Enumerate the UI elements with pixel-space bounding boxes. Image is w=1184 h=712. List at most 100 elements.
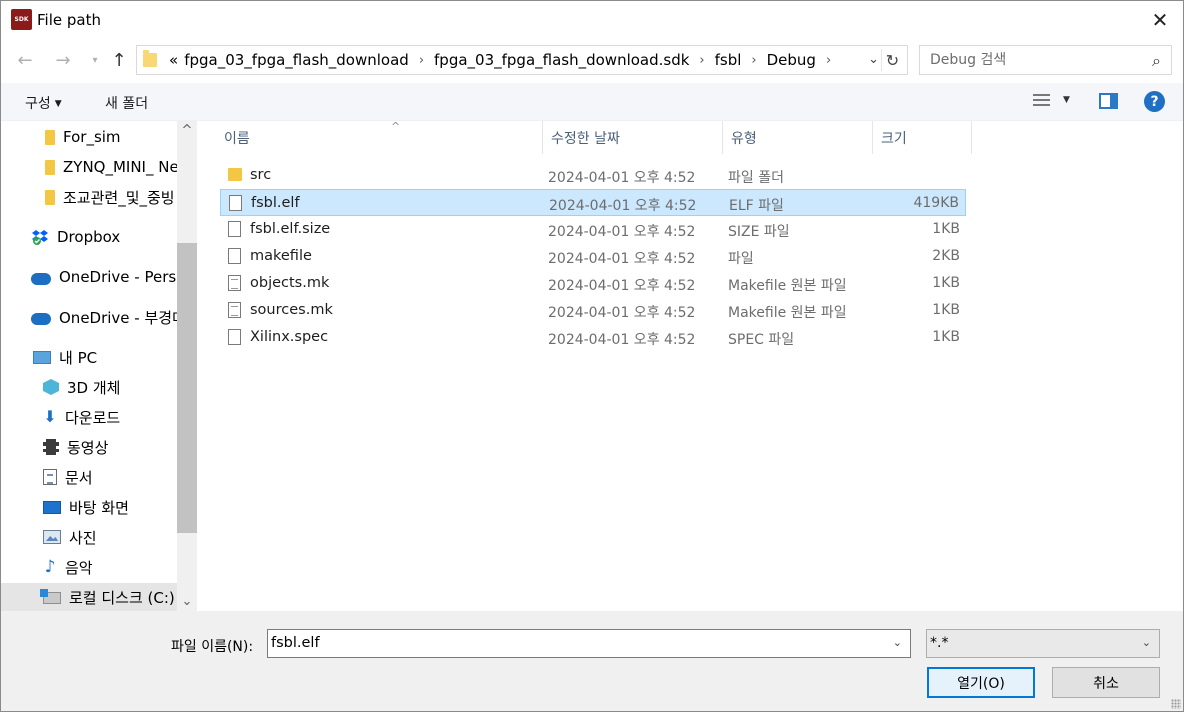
makefile-icon: [228, 302, 241, 318]
command-bar: 구성 ▼ 새 폴더 ▼ ?: [1, 83, 1183, 121]
file-row-objects-mk[interactable]: objects.mk 2024-04-01 오후 4:52 Makefile 원…: [220, 270, 966, 297]
sidebar-item-this-pc[interactable]: 내 PC: [33, 343, 97, 371]
breadcrumb-debug[interactable]: Debug: [763, 51, 820, 69]
folder-icon: [45, 189, 55, 205]
chevron-right-icon[interactable]: ›: [745, 53, 762, 68]
file-date: 2024-04-01 오후 4:52: [548, 170, 696, 186]
arrow-right-icon: →: [55, 49, 71, 71]
scrollbar-thumb[interactable]: [177, 243, 197, 533]
column-header-date[interactable]: 수정한 날짜: [543, 121, 723, 154]
download-icon: ⬇: [43, 407, 57, 426]
file-type-filter[interactable]: *.* ⌄: [926, 629, 1160, 658]
file-icon: [228, 221, 241, 237]
filename-combobox[interactable]: ⌄: [267, 629, 911, 658]
column-label: 유형: [731, 130, 757, 147]
sidebar-item-label: 동영상: [67, 438, 109, 457]
search-icon: ⌕: [1152, 51, 1161, 70]
file-row-src[interactable]: src 2024-04-01 오후 4:52 파일 폴더: [220, 162, 966, 189]
sidebar-item-3d-objects[interactable]: 3D 개체: [43, 373, 120, 401]
file-row-xilinx-spec[interactable]: Xilinx.spec 2024-04-01 오후 4:52 SPEC 파일 1…: [220, 324, 966, 351]
sidebar-item-onedrive-personal[interactable]: OneDrive - Persor: [31, 263, 192, 291]
column-label: 크기: [881, 130, 907, 147]
resize-grip[interactable]: [1171, 699, 1181, 709]
file-date: 2024-04-01 오후 4:52: [548, 332, 696, 348]
folder-icon: [45, 159, 55, 175]
filename-input[interactable]: [268, 630, 868, 651]
sidebar-item-local-disk-c[interactable]: 로컬 디스크 (C:): [1, 583, 177, 611]
file-row-fsbl-elf[interactable]: fsbl.elf 2024-04-01 오후 4:52 ELF 파일 419KB: [220, 189, 966, 216]
sidebar-item-label: 다운로드: [65, 408, 121, 427]
up-button[interactable]: ↑: [109, 50, 129, 71]
address-dropdown-icon[interactable]: ⌄: [868, 52, 879, 67]
breadcrumb-overflow[interactable]: «: [165, 51, 180, 69]
search-input[interactable]: [920, 52, 1130, 68]
sidebar-item-zynq-mini[interactable]: ZYNQ_MINI_ Ne: [45, 153, 179, 181]
music-icon: ♪: [44, 557, 56, 577]
sidebar-item-downloads[interactable]: ⬇ 다운로드: [43, 403, 120, 431]
sort-ascending-icon: ^: [391, 120, 401, 133]
back-button[interactable]: ←: [15, 50, 35, 71]
file-list: 이름 ^ 수정한 날짜 유형 크기 src 2024-04-01 오후 4:52…: [198, 120, 1183, 611]
sidebar-item-pictures[interactable]: 사진: [43, 523, 97, 551]
file-size: 1KB: [932, 221, 960, 237]
scroll-up-icon[interactable]: ^: [177, 123, 197, 138]
sidebar-item-label: 3D 개체: [67, 378, 121, 397]
help-icon[interactable]: ?: [1144, 91, 1165, 112]
forward-button[interactable]: →: [53, 49, 73, 71]
document-icon: [43, 469, 57, 485]
new-folder-button[interactable]: 새 폴더: [105, 93, 148, 113]
sidebar-item-music[interactable]: ♪ 음악: [43, 553, 93, 581]
sidebar-item-desktop[interactable]: 바탕 화면: [43, 493, 129, 521]
file-type: SIZE 파일: [728, 224, 790, 240]
chevron-right-icon[interactable]: ›: [820, 53, 837, 68]
refresh-icon[interactable]: ↻: [881, 49, 903, 71]
chevron-right-icon[interactable]: ›: [693, 53, 710, 68]
column-header-type[interactable]: 유형: [723, 121, 873, 154]
file-type: ELF 파일: [729, 198, 784, 214]
file-row-sources-mk[interactable]: sources.mk 2024-04-01 오후 4:52 Makefile 원…: [220, 297, 966, 324]
search-box[interactable]: ⌕: [919, 45, 1172, 75]
close-button[interactable]: ✕: [1137, 1, 1183, 39]
cube-icon: [43, 379, 59, 395]
file-date: 2024-04-01 오후 4:52: [549, 198, 697, 214]
title-bar: SDK File path ✕: [1, 1, 1183, 39]
sidebar-item-label: 바탕 화면: [69, 498, 129, 517]
filter-value: *.*: [930, 635, 949, 651]
desktop-icon: [43, 500, 61, 514]
scroll-down-icon[interactable]: ⌄: [177, 594, 197, 609]
open-button[interactable]: 열기(O): [927, 667, 1035, 698]
view-options-icon[interactable]: [1033, 94, 1050, 109]
column-header-name[interactable]: 이름 ^: [216, 120, 543, 154]
chevron-down-icon[interactable]: ⌄: [893, 636, 902, 649]
sidebar-item-documents[interactable]: 문서: [43, 463, 93, 491]
breadcrumb-project[interactable]: fpga_03_fpga_flash_download: [180, 51, 413, 69]
column-header-size[interactable]: 크기: [873, 121, 972, 154]
file-type: Makefile 원본 파일: [728, 278, 847, 294]
address-bar[interactable]: « fpga_03_fpga_flash_download › fpga_03_…: [136, 45, 908, 75]
sidebar-item-onedrive-pknu[interactable]: OneDrive - 부경대: [31, 303, 186, 331]
breadcrumb-sdk[interactable]: fpga_03_fpga_flash_download.sdk: [430, 51, 693, 69]
cancel-button[interactable]: 취소: [1052, 667, 1160, 698]
file-name: src: [250, 167, 272, 183]
recent-locations-button[interactable]: ▾: [85, 50, 105, 70]
file-icon: [228, 329, 241, 345]
organize-button[interactable]: 구성 ▼: [25, 93, 62, 113]
sidebar-item-for-sim[interactable]: For_sim: [45, 123, 121, 151]
sidebar-scrollbar[interactable]: ^ ⌄: [177, 121, 197, 611]
navigation-pane: For_sim ZYNQ_MINI_ Ne 조교관련_및_중빙 Dropbox …: [1, 121, 197, 611]
file-row-makefile[interactable]: makefile 2024-04-01 오후 4:52 파일 2KB: [220, 243, 966, 270]
sidebar-item-videos[interactable]: 동영상: [43, 433, 108, 461]
file-size: 1KB: [932, 329, 960, 345]
sidebar-item-ta-docs[interactable]: 조교관련_및_중빙: [45, 183, 175, 211]
sidebar-item-dropbox[interactable]: Dropbox: [31, 223, 120, 251]
breadcrumb-fsbl[interactable]: fsbl: [711, 51, 746, 69]
organize-label: 구성: [25, 96, 51, 112]
chevron-down-icon: ▾: [92, 54, 98, 66]
file-row-fsbl-elf-size[interactable]: fsbl.elf.size 2024-04-01 오후 4:52 SIZE 파일…: [220, 216, 966, 243]
sidebar-item-label: For_sim: [63, 128, 121, 146]
chevron-right-icon[interactable]: ›: [413, 53, 430, 68]
column-label: 이름: [224, 130, 250, 147]
filename-label: 파일 이름(N):: [171, 639, 254, 655]
caret-down-icon[interactable]: ▼: [1063, 95, 1070, 105]
preview-pane-icon[interactable]: [1099, 93, 1118, 109]
